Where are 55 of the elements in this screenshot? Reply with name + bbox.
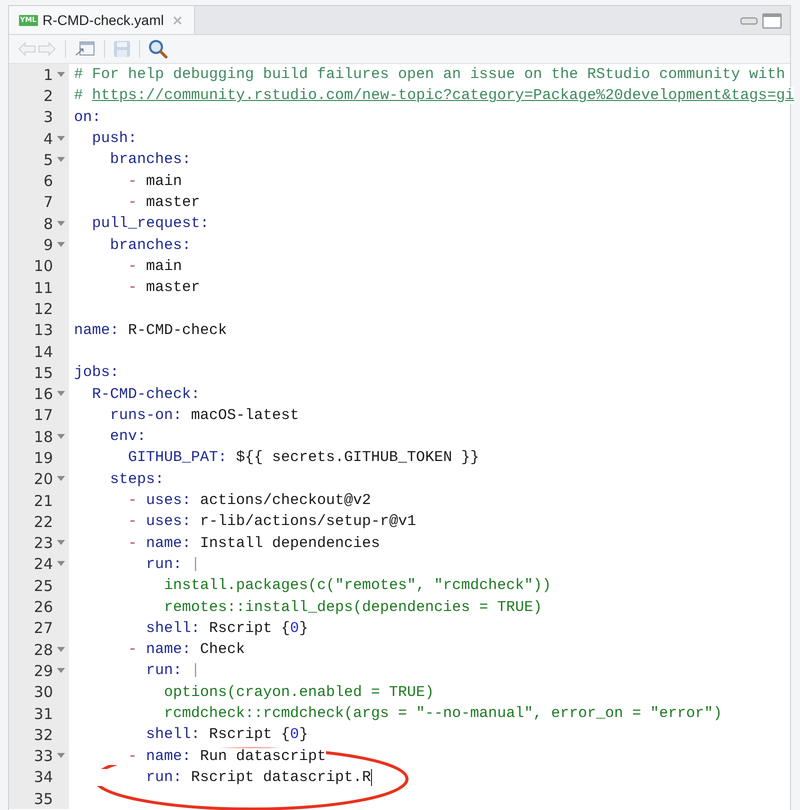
- fold-caret-icon[interactable]: [57, 242, 65, 248]
- minimize-icon[interactable]: [740, 16, 758, 26]
- line-number: 15: [32, 364, 53, 382]
- line-number: 10: [32, 257, 53, 276]
- line-number: 9: [42, 236, 53, 254]
- line-number: 22: [32, 512, 53, 531]
- url-link[interactable]: https://community.rstudio.com/new-topic?category=Package%20development&tags=gi: [92, 87, 794, 104]
- fold-caret-icon[interactable]: [57, 753, 65, 760]
- line-number: 35: [32, 790, 53, 808]
- line-number: 2: [42, 86, 53, 105]
- line-number: 16: [32, 385, 53, 404]
- show-in-window-icon[interactable]: [74, 40, 96, 58]
- line-number: 25: [32, 576, 53, 595]
- line-number: 21: [32, 492, 53, 510]
- fold-caret-icon[interactable]: [57, 540, 65, 546]
- fold-caret-icon[interactable]: [57, 434, 65, 440]
- line-number: 29: [32, 662, 53, 680]
- fold-caret-icon[interactable]: [57, 156, 65, 163]
- line-number: 3: [42, 108, 53, 126]
- line-number: 32: [32, 726, 53, 744]
- line-number: 31: [32, 704, 53, 723]
- fold-caret-icon[interactable]: [57, 476, 65, 482]
- line-number: 7: [42, 193, 53, 212]
- fold-caret-icon[interactable]: [57, 391, 65, 398]
- line-number: 13: [32, 321, 53, 340]
- line-number: 23: [32, 534, 53, 552]
- line-number: 24: [32, 555, 53, 574]
- tab-title: R-CMD-check.yaml: [42, 12, 164, 28]
- line-number: 33: [32, 747, 53, 766]
- fold-caret-icon[interactable]: [57, 72, 65, 78]
- line-number: 18: [32, 428, 53, 446]
- line-number: 20: [32, 470, 53, 488]
- line-number: 4: [42, 130, 53, 148]
- line-number: 5: [42, 150, 53, 169]
- fold-caret-icon[interactable]: [57, 136, 65, 142]
- line-number: 6: [42, 172, 53, 190]
- maximize-icon[interactable]: [762, 13, 782, 29]
- line-number: 14: [32, 342, 53, 360]
- fold-caret-icon[interactable]: [57, 561, 65, 568]
- line-number: 28: [32, 640, 53, 659]
- fold-caret-icon[interactable]: [57, 668, 65, 674]
- fold-caret-icon[interactable]: [57, 646, 65, 653]
- line-number: 27: [32, 619, 53, 638]
- line-number: 34: [32, 768, 53, 786]
- fold-caret-icon[interactable]: [57, 220, 65, 227]
- line-number: 19: [32, 448, 53, 467]
- line-number: 8: [42, 214, 53, 233]
- line-number: 26: [32, 598, 53, 616]
- close-icon[interactable]: [172, 16, 182, 24]
- line-number: 30: [32, 683, 53, 702]
- line-number: 11: [32, 278, 53, 297]
- line-number: 17: [32, 406, 53, 424]
- search-icon[interactable]: [148, 39, 168, 59]
- line-number: 12: [32, 300, 53, 318]
- line-number: 1: [42, 66, 53, 84]
